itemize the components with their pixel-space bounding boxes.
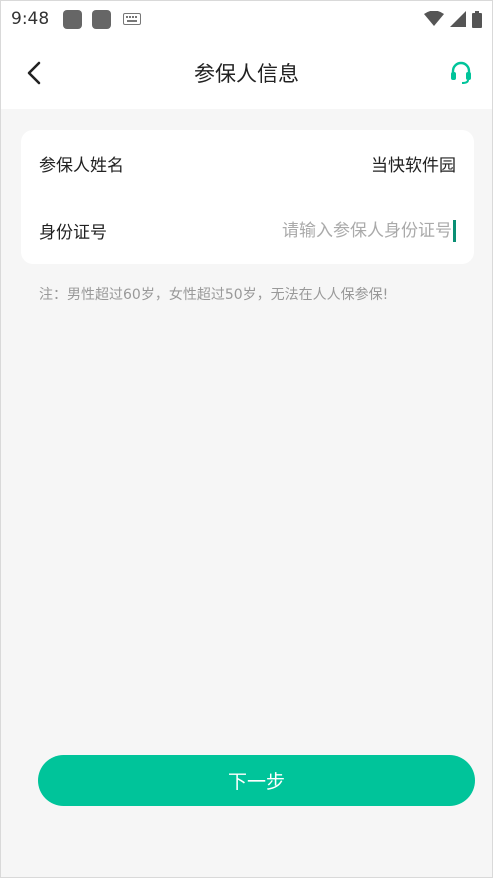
battery-icon (472, 10, 482, 28)
back-arrow-icon (27, 61, 41, 85)
notification-square-icon (63, 9, 83, 29)
wifi-icon (424, 11, 444, 26)
name-label: 参保人姓名 (39, 156, 124, 176)
notification-square-icon (92, 9, 112, 29)
page-title: 参保人信息 (194, 62, 299, 86)
text-cursor (453, 219, 456, 242)
keyboard-icon (123, 13, 142, 25)
headset-icon (451, 61, 471, 84)
customer-service-button[interactable] (448, 59, 474, 87)
id-number-input[interactable] (252, 220, 452, 241)
id-number-row: 身份证号 (21, 197, 474, 264)
status-bar: 9:48 (1, 1, 492, 37)
next-button[interactable]: 下一步 (38, 755, 475, 806)
status-right-icons (424, 10, 482, 28)
app-screen: 9:48 参保人信息 参保人姓名 当快软件园 身份证号 请输入参保人身份证号 注… (0, 0, 493, 878)
navigation-header: 参保人信息 (1, 37, 492, 109)
name-row: 参保人姓名 当快软件园 (21, 130, 474, 197)
name-value: 当快软件园 (371, 156, 456, 176)
id-number-label: 身份证号 (39, 223, 107, 243)
back-button[interactable] (21, 59, 47, 87)
insured-info-card: 参保人姓名 当快软件园 身份证号 (21, 130, 474, 264)
status-time: 9:48 (11, 9, 50, 29)
age-limit-note: 注：男性超过60岁，女性超过50岁，无法在人人保参保! (39, 287, 389, 303)
signal-icon (450, 11, 466, 27)
